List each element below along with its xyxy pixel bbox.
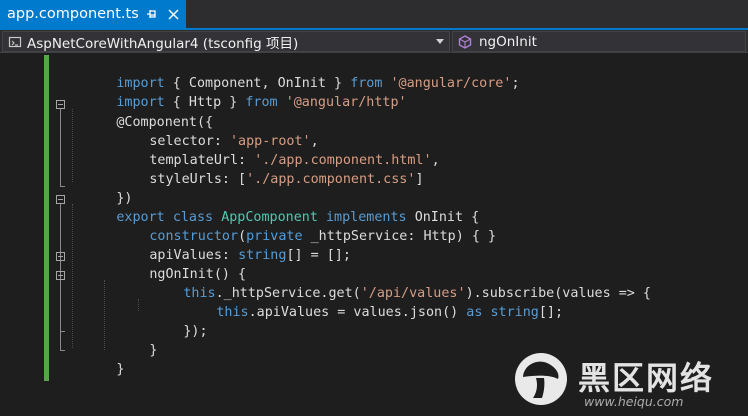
code-line: import { Component, OnInit } from '@angu… bbox=[0, 55, 748, 91]
code-line: constructor(private _httpService: Http) … bbox=[0, 208, 748, 244]
tab-app-component-ts[interactable]: app.component.ts bbox=[0, 0, 186, 28]
code-line: selector: 'app-root', bbox=[0, 113, 748, 149]
code-line: this.apiValues = values.json() as string… bbox=[0, 284, 748, 320]
code-line: templateUrl: './app.component.html', bbox=[0, 132, 748, 168]
method-icon bbox=[457, 34, 473, 50]
chevron-down-icon[interactable] bbox=[434, 32, 446, 51]
close-icon[interactable] bbox=[166, 6, 180, 22]
code-line: this._httpService.get('/api/values').sub… bbox=[0, 265, 748, 301]
code-line: styleUrls: ['./app.component.css'] bbox=[0, 151, 748, 187]
project-icon bbox=[7, 34, 23, 50]
token-text: } bbox=[116, 362, 125, 377]
navigation-bar: AspNetCoreWithAngular4 (tsconfig 项目) ngO… bbox=[0, 30, 748, 53]
code-line: apiValues: string[] = []; bbox=[0, 227, 748, 263]
code-line: @Component({ bbox=[0, 94, 748, 130]
code-line: export class AppComponent implements OnI… bbox=[0, 189, 748, 225]
code-line: import { Http } from '@angular/http' bbox=[0, 74, 748, 110]
watermark-url: www.heiqu.com bbox=[584, 394, 684, 409]
mushroom-logo-icon bbox=[515, 353, 567, 405]
code-line: } bbox=[0, 322, 748, 358]
code-line: }); bbox=[0, 303, 748, 339]
code-line: }) bbox=[0, 170, 748, 206]
pin-icon[interactable] bbox=[145, 6, 159, 22]
tab-title: app.component.ts bbox=[7, 6, 139, 22]
watermark-title: 黑区网络 bbox=[578, 359, 715, 397]
document-tab-bar: app.component.ts bbox=[0, 0, 748, 30]
watermark: 黑区网络 www.heiqu.com bbox=[512, 350, 748, 416]
project-label: AspNetCoreWithAngular4 (tsconfig 项目) bbox=[27, 35, 299, 52]
project-dropdown[interactable]: AspNetCoreWithAngular4 (tsconfig 项目) bbox=[2, 31, 450, 52]
member-dropdown[interactable]: ngOnInit bbox=[452, 31, 746, 52]
member-label: ngOnInit bbox=[479, 33, 537, 50]
code-line: ngOnInit() { bbox=[0, 246, 748, 282]
